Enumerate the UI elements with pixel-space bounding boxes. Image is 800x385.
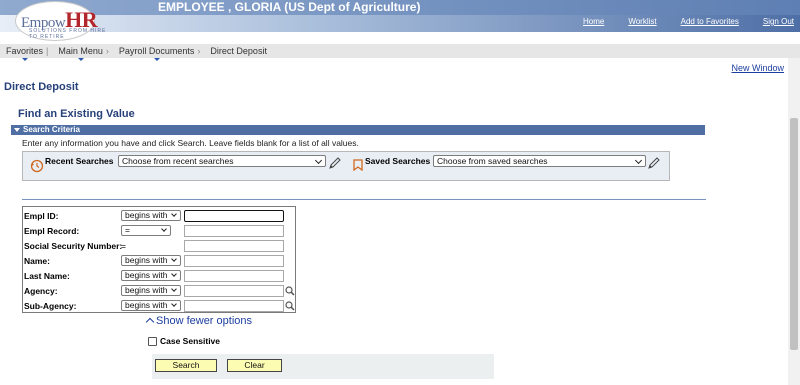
show-fewer-options-link[interactable]: Show fewer options	[145, 315, 252, 327]
recent-searches-select[interactable]: Choose from recent searches	[118, 155, 326, 167]
find-existing-value-title: Find an Existing Value	[18, 108, 135, 120]
logo-tagline: SOLUTIONS FROM HIRE TO RETIRE	[29, 28, 107, 40]
saved-searches-label: Saved Searches	[365, 156, 431, 166]
search-criteria-label: Search Criteria	[23, 125, 80, 134]
name-operator-select[interactable]: begins with	[121, 255, 181, 266]
recent-searches-icon	[30, 159, 44, 173]
sub-agency-label: Sub-Agency:	[24, 301, 77, 311]
search-button[interactable]: Search	[155, 359, 217, 372]
name-label: Name:	[24, 256, 50, 266]
empl-id-label: Empl ID:	[24, 211, 59, 221]
ssn-operator: =	[121, 241, 126, 251]
operator-value: begins with	[125, 270, 168, 280]
header-links: Home Worklist Add to Favorites Sign Out	[583, 17, 794, 26]
last-name-label: Last Name:	[24, 271, 70, 281]
last-name-operator-select[interactable]: begins with	[121, 270, 181, 281]
empl-record-label: Empl Record:	[24, 226, 80, 236]
header: EmpowHR SOLUTIONS FROM HIRE TO RETIRE EM…	[0, 0, 800, 44]
operator-value: begins with	[125, 255, 168, 265]
operator-value: =	[125, 225, 130, 235]
collapse-triangle-icon	[14, 128, 20, 132]
case-sensitive-label: Case Sensitive	[160, 336, 221, 346]
employee-title: EMPLOYEE , GLORIA (US Dept of Agricultur…	[158, 0, 421, 14]
show-fewer-label: Show fewer options	[156, 315, 252, 327]
sub-agency-lookup-icon[interactable]	[285, 301, 295, 311]
pencil-icon[interactable]	[647, 156, 661, 170]
add-to-favorites-link[interactable]: Add to Favorites	[681, 17, 739, 26]
agency-label: Agency:	[24, 286, 58, 296]
sub-agency-input[interactable]	[184, 300, 284, 312]
search-criteria-header[interactable]: Search Criteria	[11, 125, 705, 135]
empl-record-operator-select[interactable]: =	[121, 225, 171, 236]
saved-searches-select[interactable]: Choose from saved searches	[433, 155, 646, 167]
agency-operator-select[interactable]: begins with	[121, 285, 181, 296]
operator-value: begins with	[125, 285, 168, 295]
new-window-link[interactable]: New Window	[731, 63, 784, 73]
agency-input[interactable]	[184, 285, 284, 297]
clear-button[interactable]: Clear	[227, 359, 282, 372]
breadcrumb-favorites[interactable]: Favorites	[0, 46, 43, 61]
empl-id-input[interactable]	[184, 210, 284, 222]
sign-out-link[interactable]: Sign Out	[763, 17, 794, 26]
agency-lookup-icon[interactable]	[285, 286, 295, 296]
chevron-down-icon	[171, 211, 177, 217]
recent-searches-label: Recent Searches	[45, 156, 114, 166]
home-link[interactable]: Home	[583, 17, 604, 26]
chevron-up-icon	[145, 317, 155, 327]
pencil-icon[interactable]	[328, 156, 342, 170]
chevron-down-icon	[161, 226, 167, 232]
breadcrumb: Favorites | Main Menu › Payroll Document…	[0, 44, 800, 61]
saved-searches-value: Choose from saved searches	[437, 156, 548, 166]
breadcrumb-direct-deposit[interactable]: Direct Deposit	[204, 46, 267, 56]
chevron-down-icon	[171, 256, 177, 262]
breadcrumb-separator: |	[46, 46, 49, 56]
case-sensitive-row[interactable]: Case Sensitive	[148, 336, 220, 346]
saved-searches-icon	[353, 159, 363, 171]
scrollbar-thumb[interactable]	[790, 118, 798, 350]
worklist-link[interactable]: Worklist	[628, 17, 656, 26]
ssn-input[interactable]	[184, 240, 284, 252]
vertical-scrollbar[interactable]	[788, 58, 800, 385]
chevron-down-icon	[634, 156, 643, 165]
breadcrumb-separator: ›	[105, 46, 109, 56]
empl-id-operator-select[interactable]: begins with	[121, 210, 181, 221]
last-name-input[interactable]	[184, 270, 284, 282]
recent-searches-value: Choose from recent searches	[122, 156, 234, 166]
chevron-down-icon	[171, 301, 177, 307]
sub-agency-operator-select[interactable]: begins with	[121, 300, 181, 311]
chevron-down-icon	[171, 271, 177, 277]
chevron-down-icon	[21, 58, 28, 61]
chevron-down-icon	[153, 58, 160, 61]
operator-value: begins with	[125, 210, 168, 220]
breadcrumb-payroll-documents[interactable]: Payroll Documents	[113, 46, 194, 61]
empl-record-input[interactable]	[184, 225, 284, 237]
section-divider	[22, 199, 706, 200]
breadcrumb-main-menu[interactable]: Main Menu	[52, 46, 103, 61]
ssn-label: Social Security Number:	[24, 241, 123, 251]
chevron-down-icon	[171, 286, 177, 292]
page-title: Direct Deposit	[4, 81, 79, 93]
chevron-down-icon	[77, 58, 84, 61]
breadcrumb-separator: ›	[197, 46, 201, 56]
instructions-text: Enter any information you have and click…	[22, 138, 359, 148]
empowhr-logo[interactable]: EmpowHR SOLUTIONS FROM HIRE TO RETIRE	[5, 1, 110, 41]
case-sensitive-checkbox[interactable]	[148, 336, 157, 346]
operator-value: begins with	[125, 300, 168, 310]
name-input[interactable]	[184, 255, 284, 267]
chevron-down-icon	[314, 156, 323, 165]
searches-panel: Recent Searches Choose from recent searc…	[22, 151, 670, 181]
